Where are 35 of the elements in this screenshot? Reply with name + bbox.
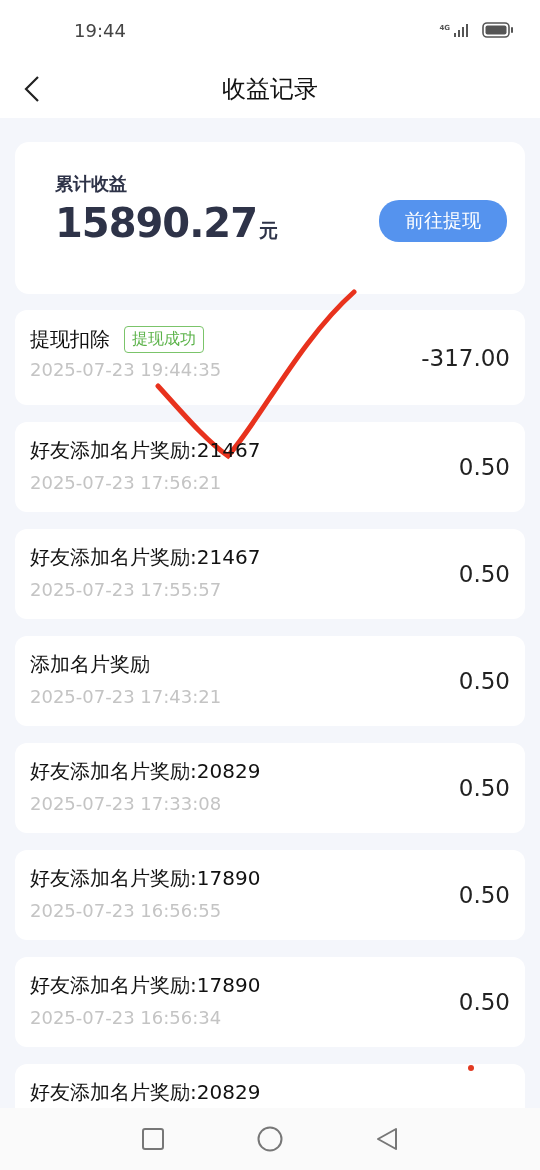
record-title: 添加名片奖励 [30, 651, 150, 678]
currency-unit: 元 [259, 218, 279, 243]
record-time: 2025-07-23 16:56:55 [30, 900, 223, 921]
withdraw-button[interactable]: 前往提现 [379, 200, 507, 242]
signal-icon [453, 23, 471, 37]
record-amount: -317.00 [421, 344, 510, 371]
back-icon[interactable] [24, 75, 40, 103]
record-time: 2025-07-23 16:56:34 [30, 1007, 223, 1028]
recents-icon[interactable] [141, 1127, 165, 1151]
record-amount: 0.50 [458, 454, 510, 480]
record-time: 2025-07-23 17:55:57 [30, 579, 223, 600]
record-title: 好友添加名片奖励:17890 [30, 865, 261, 892]
record-amount: 0.50 [458, 775, 510, 801]
record-time: 2025-07-23 19:44:35 [30, 359, 222, 380]
record-title: 好友添加名片奖励:20829 [30, 758, 261, 785]
page-title: 收益记录 [222, 74, 318, 105]
total-label: 累计收益 [55, 172, 128, 196]
battery-icon [482, 22, 514, 38]
record-amount: 0.50 [458, 668, 510, 694]
home-icon[interactable] [257, 1126, 283, 1152]
record-title: 提现扣除 [30, 326, 110, 353]
record-time: 2025-07-23 17:43:21 [30, 686, 222, 707]
record-title: 好友添加名片奖励:17890 [30, 972, 261, 999]
record-time: 2025-07-23 17:33:08 [30, 793, 223, 814]
record-amount: 0.50 [458, 561, 510, 587]
back-nav-icon[interactable] [375, 1127, 399, 1151]
record-amount: 0.50 [458, 989, 510, 1015]
record-title: 好友添加名片奖励:21467 [30, 544, 261, 571]
record-amount: 0.50 [458, 882, 510, 908]
total-amount: 15890.27 [55, 200, 258, 246]
status-badge: 提现成功 [124, 326, 204, 353]
record-title: 好友添加名片奖励:20829 [30, 1079, 261, 1106]
status-time: 19:44 [74, 19, 126, 41]
notification-dot [468, 1065, 474, 1071]
record-time: 2025-07-23 17:56:21 [30, 472, 223, 493]
